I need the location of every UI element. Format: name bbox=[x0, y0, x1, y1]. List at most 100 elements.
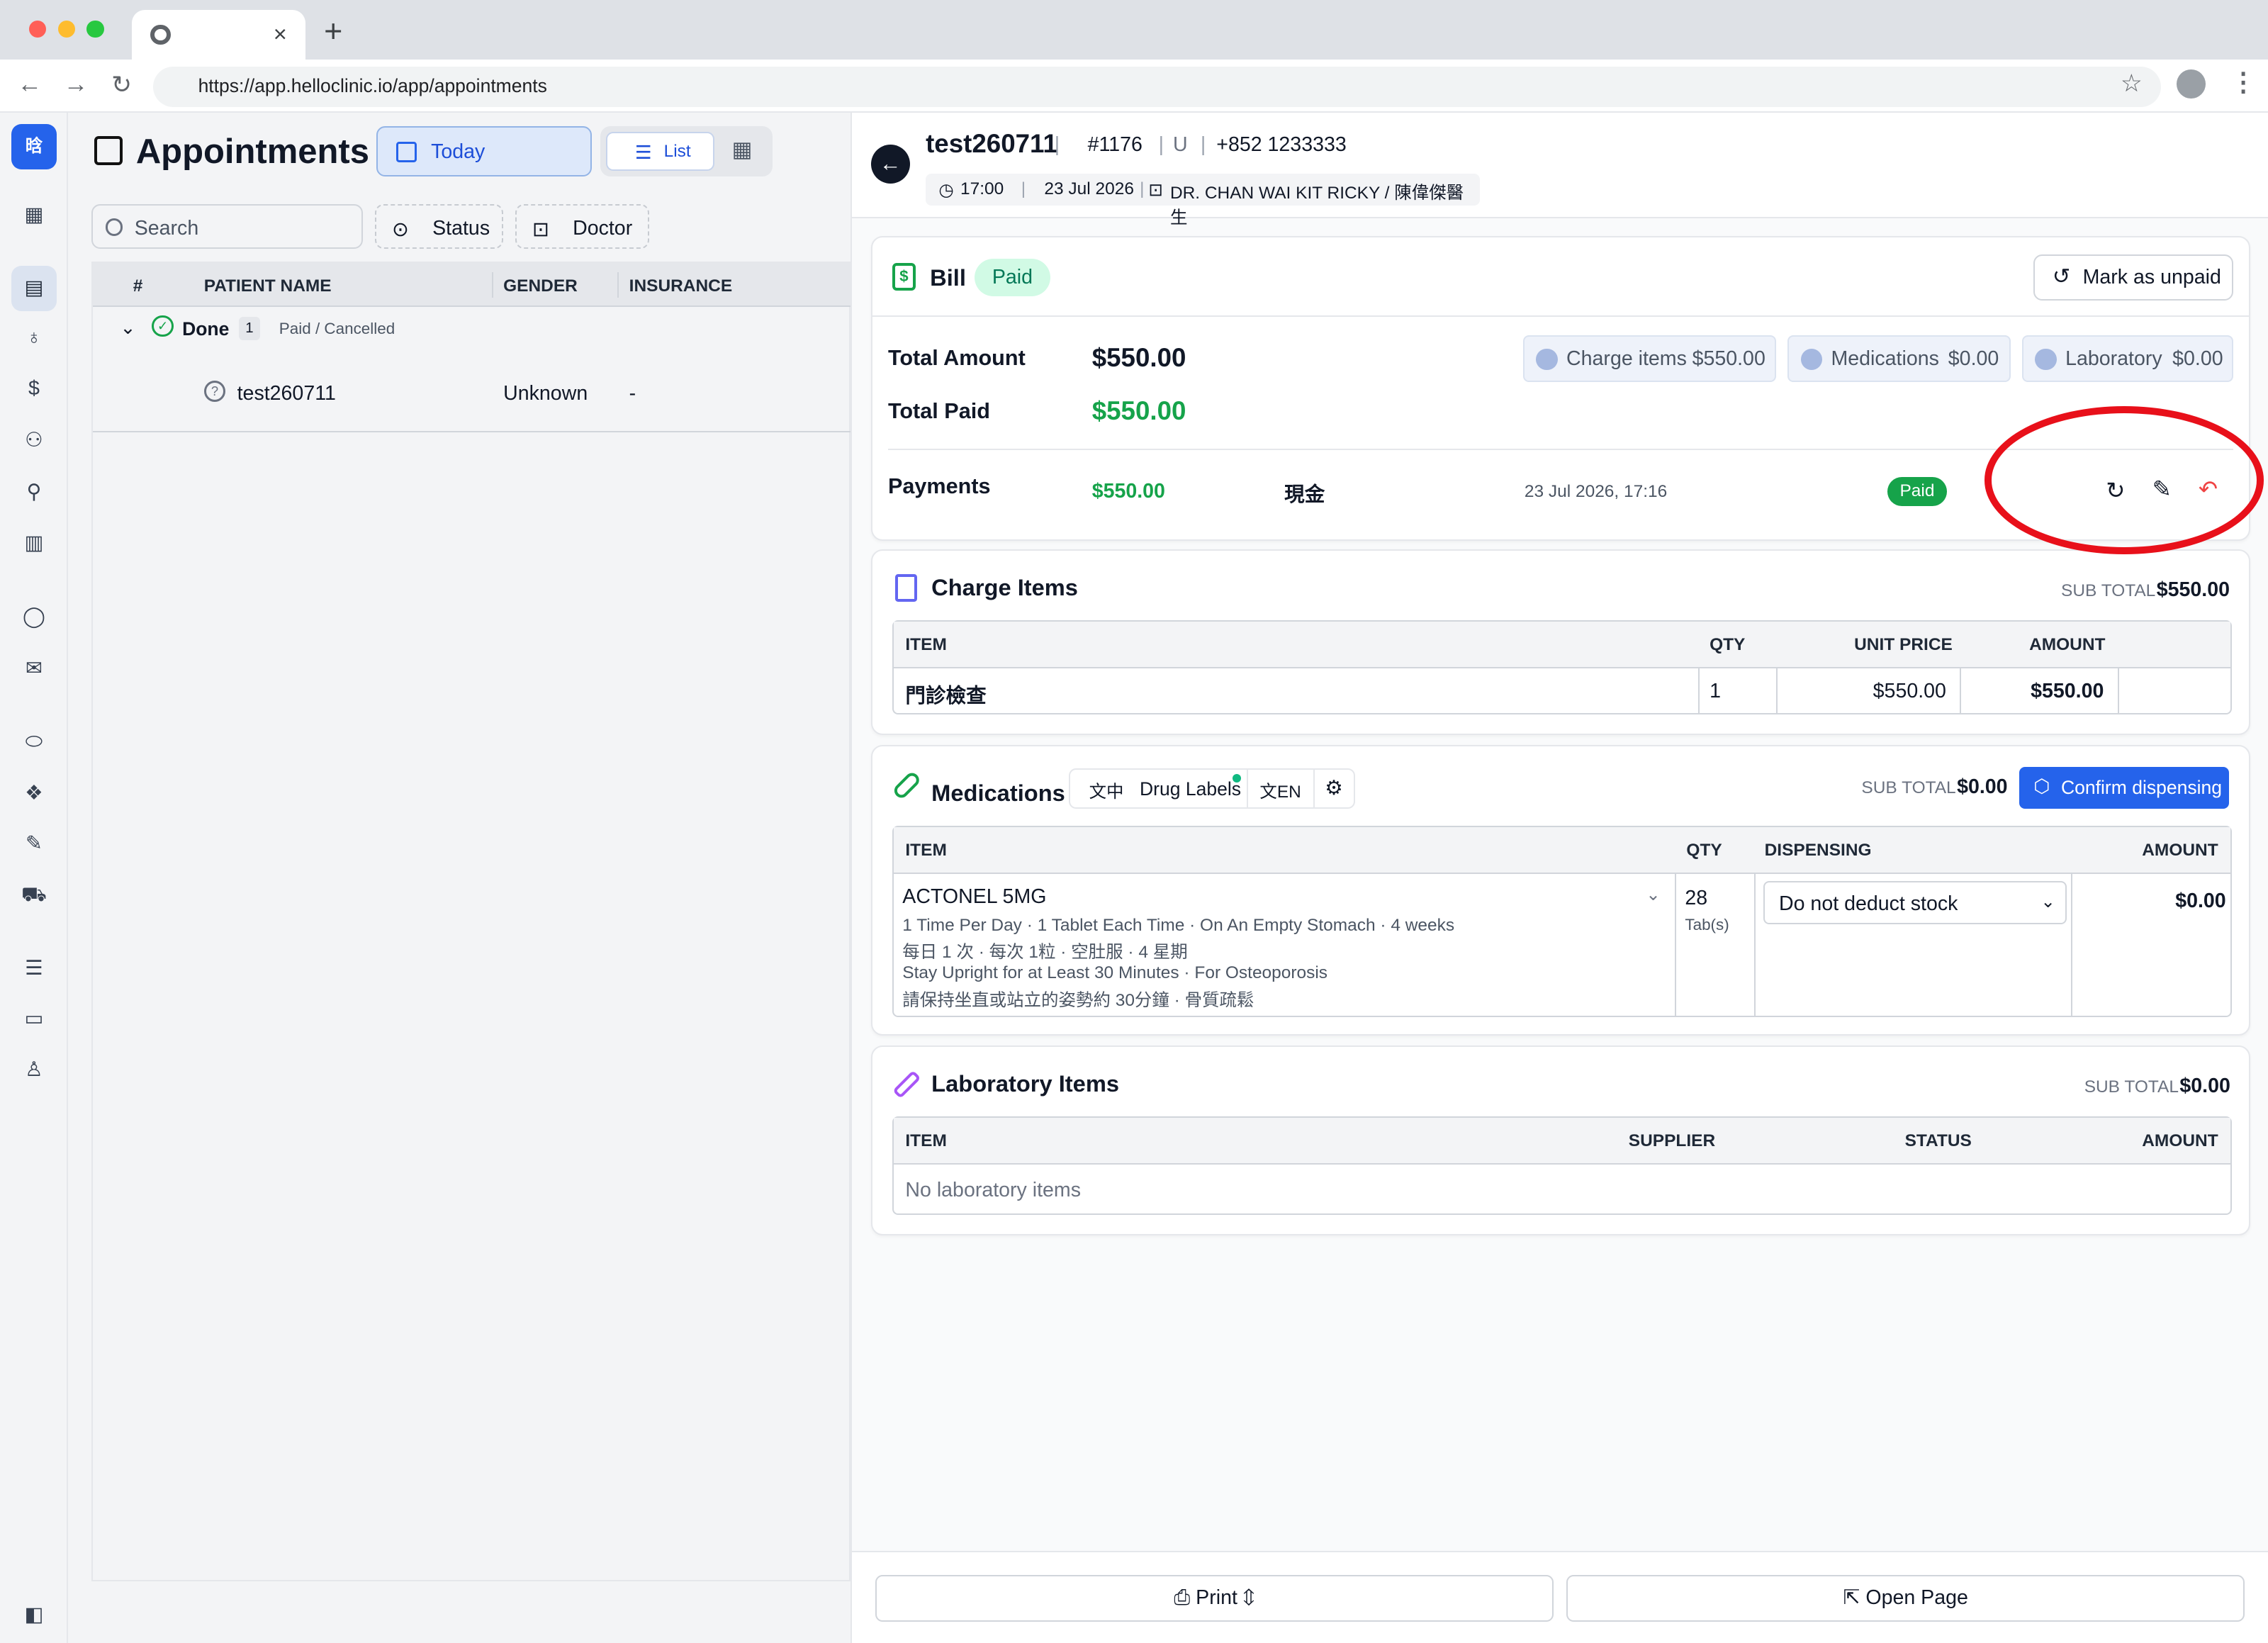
bookmark-star-icon[interactable]: ☆ bbox=[2121, 69, 2143, 98]
col-patient-name: PATIENT NAME bbox=[203, 276, 332, 296]
today-label: Today bbox=[431, 140, 485, 163]
status-filter-button[interactable]: ⊙ Status bbox=[374, 203, 504, 249]
total-amount-label: Total Amount bbox=[887, 345, 1026, 370]
grid-view-icon[interactable]: ▦ bbox=[732, 138, 753, 162]
total-amount-value: $550.00 bbox=[1091, 342, 1186, 372]
grid-icon[interactable]: ▦ bbox=[21, 201, 48, 229]
table-header: ITEM SUPPLIER STATUS AMOUNT bbox=[894, 1118, 2230, 1165]
group-done[interactable]: ⌄ ✓ Done 1 Paid / Cancelled bbox=[93, 307, 852, 350]
chrome-icon bbox=[150, 24, 171, 45]
payment-amount: $550.00 bbox=[1091, 480, 1165, 503]
col-gender: GENDER bbox=[503, 276, 578, 296]
gear-icon[interactable]: ⚙ bbox=[1325, 775, 1343, 800]
payment-method: 現金 bbox=[1284, 483, 1325, 507]
search-input[interactable]: Search bbox=[91, 203, 364, 249]
laboratory-title: Laboratory Items bbox=[931, 1070, 1119, 1097]
table-header: # PATIENT NAME GENDER INSURANCE bbox=[92, 263, 852, 307]
forward-button[interactable]: → bbox=[64, 71, 89, 99]
laboratory-pill[interactable]: Laboratory $0.00 bbox=[2021, 335, 2233, 382]
chevron-down-icon[interactable]: ⌄ bbox=[1646, 884, 1661, 905]
medications-pill[interactable]: Medications $0.00 bbox=[1787, 335, 2011, 382]
calendar-icon bbox=[396, 141, 417, 162]
appointment-date: 23 Jul 2026 bbox=[1044, 179, 1134, 199]
boxes-icon[interactable]: ❖ bbox=[21, 780, 48, 807]
profile-avatar[interactable] bbox=[2177, 69, 2206, 99]
url-field[interactable]: https://app.helloclinic.io/app/appointme… bbox=[153, 66, 2161, 108]
browser-tab[interactable]: × bbox=[131, 10, 305, 60]
chevron-down-icon: ⌄ bbox=[2040, 892, 2055, 912]
close-window-button[interactable] bbox=[28, 20, 47, 38]
payments-label: Payments bbox=[887, 474, 991, 499]
calendar-icon bbox=[94, 135, 123, 165]
laboratory-card: Laboratory Items SUB TOTAL $0.00 ITEM SU… bbox=[870, 1045, 2251, 1235]
undo-icon: ↺ bbox=[2052, 264, 2071, 289]
list-label: List bbox=[663, 141, 691, 161]
users-icon[interactable]: ⚇ bbox=[21, 427, 48, 454]
back-button[interactable]: ← bbox=[17, 71, 42, 99]
user-search-icon[interactable]: ⚲ bbox=[21, 478, 48, 506]
appointment-info-chip: ◷ 17:00 | 23 Jul 2026 | ⊡ DR. CHAN WAI K… bbox=[926, 173, 1480, 228]
truck-icon[interactable]: ⛟ bbox=[21, 881, 48, 909]
col-status: STATUS bbox=[1904, 1131, 1972, 1150]
col-qty: QTY bbox=[1710, 634, 1746, 654]
appointments-panel: Appointments Today ☰ List ▦ Search ⊙ Statu… bbox=[67, 113, 852, 1643]
charge-items-table: ITEM QTY UNIT PRICE AMOUNT 門診檢查 1 $550.0… bbox=[892, 620, 2232, 715]
mark-unpaid-button[interactable]: ↺ Mark as unpaid bbox=[2033, 254, 2233, 301]
table-row[interactable]: ? test260711 Unknown - bbox=[92, 350, 852, 433]
open-page-button[interactable]: ⇱ Open Page bbox=[1566, 1575, 2245, 1622]
pill-value: $0.00 bbox=[2172, 347, 2223, 370]
patient-flag: U bbox=[1173, 133, 1188, 156]
close-tab-icon[interactable]: × bbox=[274, 21, 287, 47]
patient-number: #1176 bbox=[1087, 133, 1143, 156]
zoom-window-button[interactable] bbox=[86, 20, 104, 38]
subtotal-label: SUB TOTAL bbox=[1861, 778, 1956, 797]
status-filter-label: Status bbox=[432, 217, 490, 240]
whatsapp-icon[interactable]: ◯ bbox=[21, 603, 48, 631]
dispensing-select[interactable]: Do not deduct stock ⌄ bbox=[1763, 880, 2067, 924]
chevron-down-icon[interactable]: ⌄ bbox=[120, 317, 135, 339]
medications-title: Medications bbox=[931, 779, 1065, 806]
print-button[interactable]: ⎙ Print ⇕ bbox=[875, 1575, 1554, 1622]
check-circle-icon bbox=[1800, 348, 1823, 371]
app-logo[interactable]: 晗 bbox=[11, 124, 57, 169]
appointment-detail-panel: ← test260711 | #1176 | U | +852 1233333 … bbox=[850, 113, 2268, 1643]
drug-labels-button[interactable]: Drug Labels bbox=[1140, 778, 1241, 800]
today-button[interactable]: Today bbox=[376, 125, 592, 176]
confirm-dispensing-button[interactable]: ⬡ Confirm dispensing bbox=[2019, 766, 2229, 809]
user-icon[interactable]: ♙ bbox=[21, 1056, 48, 1084]
list-view-button[interactable]: ☰ List bbox=[606, 131, 715, 171]
col-amount: AMOUNT bbox=[2029, 634, 2106, 654]
syringe-icon[interactable]: ✎ bbox=[21, 830, 48, 858]
col-unit-price: UNIT PRICE bbox=[1854, 634, 1953, 654]
col-amount: AMOUNT bbox=[2142, 1131, 2218, 1150]
language-en-toggle[interactable]: 文EN bbox=[1259, 778, 1301, 803]
mail-icon[interactable]: ✉ bbox=[21, 655, 48, 683]
dollar-icon[interactable]: $ bbox=[21, 375, 48, 403]
minimize-window-button[interactable] bbox=[57, 20, 76, 38]
detail-header: ← test260711 | #1176 | U | +852 1233333 … bbox=[851, 113, 2268, 228]
language-zh-toggle[interactable]: 文中 bbox=[1089, 778, 1124, 803]
collapse-icon[interactable]: ◧ bbox=[21, 1601, 48, 1629]
chart-icon[interactable]: ▥ bbox=[21, 529, 48, 557]
reload-button[interactable]: ↻ bbox=[111, 71, 132, 99]
patient-title: test260711 bbox=[926, 128, 1057, 158]
total-paid-label: Total Paid bbox=[887, 399, 990, 424]
search-icon bbox=[105, 218, 123, 236]
col-amount: AMOUNT bbox=[2142, 840, 2218, 860]
calendar-icon[interactable]: ▤ bbox=[11, 266, 57, 311]
col-dispensing: DISPENSING bbox=[1764, 840, 1872, 860]
group-label: Done bbox=[182, 318, 230, 340]
doctor-filter-button[interactable]: ⊡ Doctor bbox=[515, 203, 650, 249]
pill-icon[interactable]: ⬭ bbox=[21, 728, 48, 756]
browser-menu-button[interactable]: ⋮ bbox=[2230, 67, 2257, 97]
charge-item-name: 門診檢查 bbox=[905, 685, 987, 708]
new-tab-button[interactable]: + bbox=[324, 13, 342, 50]
card-icon[interactable]: ▭ bbox=[21, 1005, 48, 1033]
dispensing-value: Do not deduct stock bbox=[1778, 892, 1958, 916]
back-arrow-icon[interactable]: ← bbox=[870, 145, 910, 184]
sliders-icon[interactable]: ☰ bbox=[21, 955, 48, 982]
charge-items-pill[interactable]: Charge items $550.00 bbox=[1522, 335, 1776, 382]
pill-value: $0.00 bbox=[1948, 347, 1999, 370]
stethoscope-icon[interactable]: ♁ bbox=[21, 324, 48, 352]
laboratory-subtotal: $0.00 bbox=[2179, 1075, 2230, 1098]
